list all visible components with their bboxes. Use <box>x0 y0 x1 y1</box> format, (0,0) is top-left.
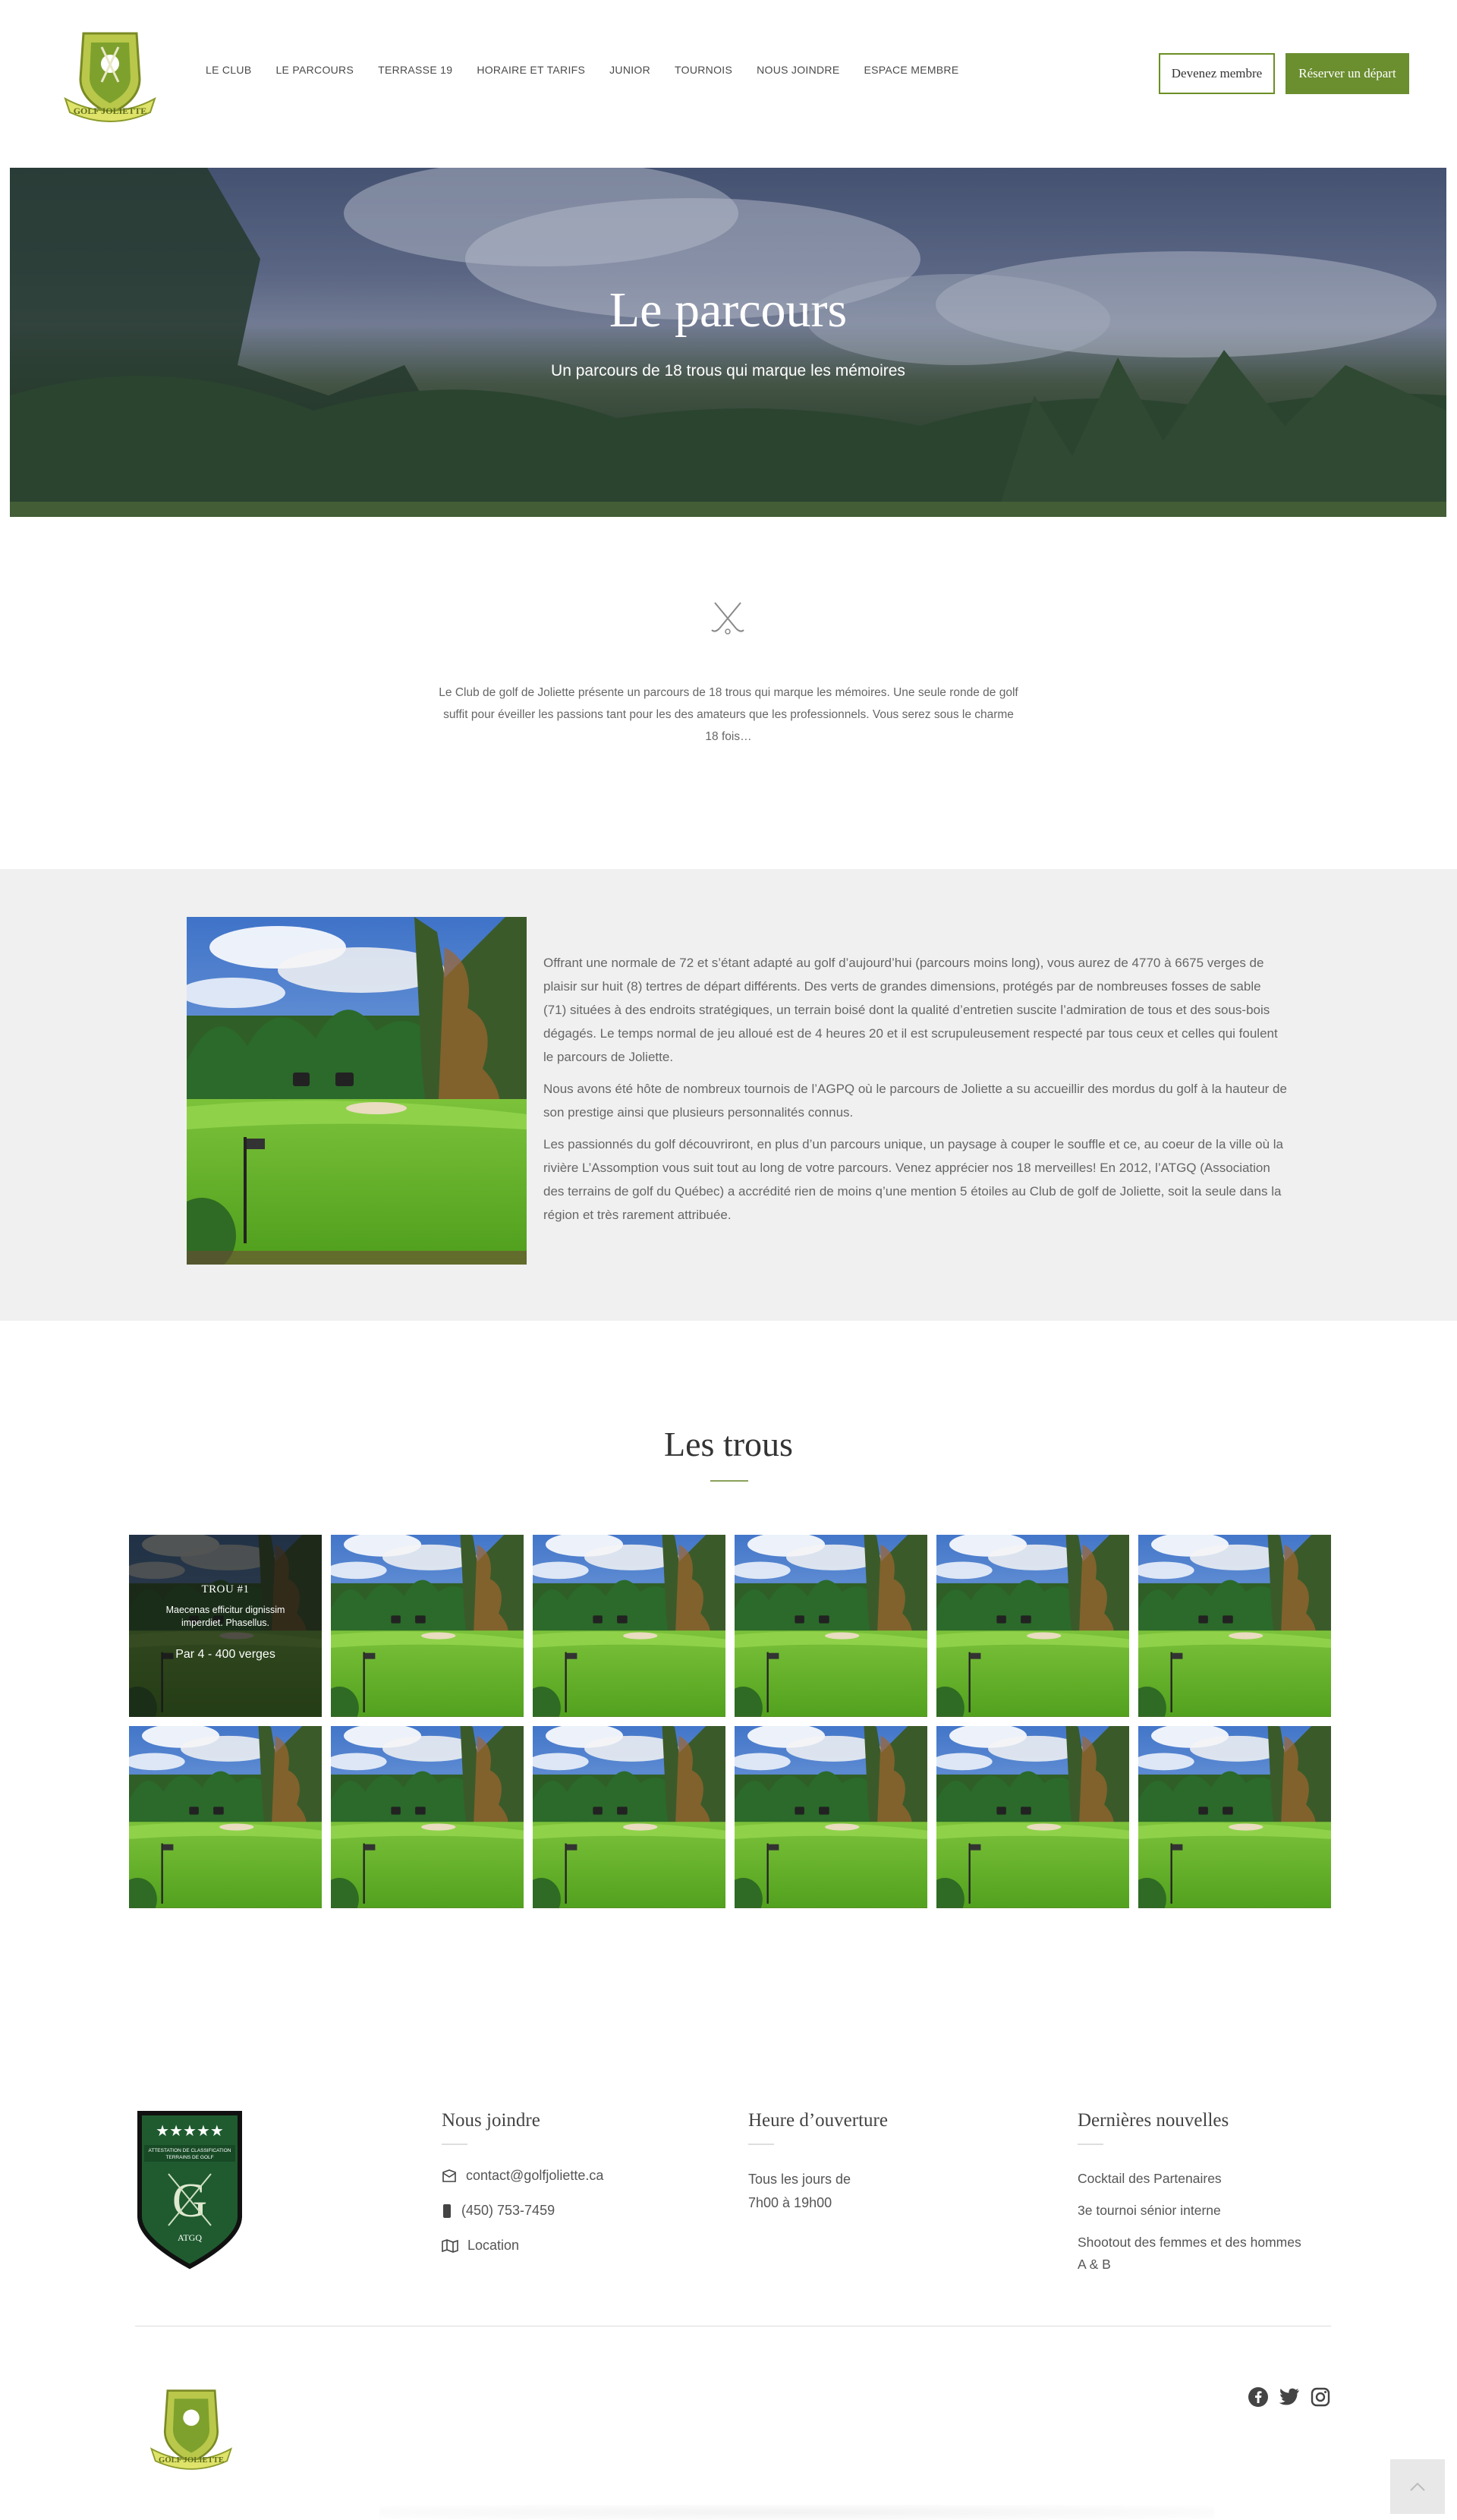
footer-contact-title: Nous joindre <box>442 2110 540 2131</box>
hole-card-4[interactable] <box>735 1535 927 1717</box>
become-member-button[interactable]: Devenez membre <box>1159 53 1275 94</box>
holes-grid: TROU #1 Maecenas efficitur dignissim imp… <box>129 1535 1331 1908</box>
page-subtitle: Un parcours de 18 trous qui marque les m… <box>551 362 905 380</box>
hole-card-8[interactable] <box>331 1726 524 1908</box>
instagram-icon[interactable] <box>1310 2386 1331 2408</box>
hole-card-2[interactable] <box>331 1535 524 1717</box>
hole-card-7[interactable] <box>129 1726 322 1908</box>
description-paragraph: Offrant une normale de 72 et s’étant ada… <box>543 956 1278 1064</box>
footer-email[interactable]: contact@golfjoliette.ca <box>442 2168 700 2184</box>
phone-icon <box>443 2203 451 2218</box>
footer-hours-title: Heure d’ouverture <box>748 2110 888 2131</box>
atgq-5-star-badge: ★★★★★ ATTESTATION DE CLASSIFICATION TERR… <box>137 2111 242 2270</box>
description-paragraph: Nous avons été hôte de nombreux tournois… <box>543 1082 1287 1120</box>
hours-line: Tous les jours de <box>748 2172 851 2187</box>
news-link[interactable]: Shootout des femmes et des hommes A & B <box>1078 2232 1305 2276</box>
main-navigation: LE CLUB LE PARCOURS TERRASSE 19 HORAIRE … <box>206 64 983 76</box>
facebook-icon[interactable] <box>1248 2386 1269 2408</box>
nav-espace-membre[interactable]: ESPACE MEMBRE <box>864 64 958 76</box>
hole-name: TROU #1 <box>201 1583 250 1595</box>
chevron-up-icon <box>1410 2482 1425 2491</box>
hero-banner: Le parcours Un parcours de 18 trous qui … <box>10 168 1446 517</box>
course-description-text: Offrant une normale de 72 et s’étant ada… <box>543 951 1287 1235</box>
hole-card-6[interactable] <box>1138 1535 1331 1717</box>
hole-card-3[interactable] <box>533 1535 725 1717</box>
hole-card-12[interactable] <box>1138 1726 1331 1908</box>
hole-card-10[interactable] <box>735 1726 927 1908</box>
nav-junior[interactable]: JUNIOR <box>609 64 650 76</box>
description-paragraph: Les passionnés du golf découvriront, en … <box>543 1137 1283 1222</box>
nav-terrasse-19[interactable]: TERRASSE 19 <box>378 64 452 76</box>
hole-par: Par 4 - 400 verges <box>175 1648 275 1661</box>
nav-le-parcours[interactable]: LE PARCOURS <box>275 64 354 76</box>
footer-news-title: Dernières nouvelles <box>1078 2110 1229 2131</box>
svg-text:ATGQ: ATGQ <box>178 2232 202 2243</box>
envelope-icon <box>442 2169 456 2182</box>
hours-line: 7h00 à 19h00 <box>748 2195 832 2210</box>
nav-horaire-tarifs[interactable]: HORAIRE ET TARIFS <box>477 64 585 76</box>
svg-text:TERRAINS DE GOLF: TERRAINS DE GOLF <box>165 2155 213 2160</box>
svg-text:GOLF JOLIETTE: GOLF JOLIETTE <box>74 106 147 116</box>
svg-text:GOLF JOLIETTE: GOLF JOLIETTE <box>159 2455 224 2465</box>
footer-hours: Heure d’ouverture Tous les jours de 7h00… <box>748 2110 946 2215</box>
back-to-top-button[interactable] <box>1390 2459 1445 2514</box>
intro-paragraph: Le Club de golf de Joliette présente un … <box>439 686 1018 743</box>
hole-card-1[interactable]: TROU #1 Maecenas efficitur dignissim imp… <box>129 1535 322 1717</box>
twitter-icon[interactable] <box>1278 2386 1301 2408</box>
hole-description: Maecenas efficitur dignissim imperdiet. … <box>165 1605 285 1628</box>
svg-text:★★★★★: ★★★★★ <box>156 2123 224 2140</box>
footer-location[interactable]: Location <box>442 2238 700 2254</box>
holes-section-title: Les trous <box>664 1425 793 1463</box>
golf-joliette-footer-logo[interactable]: GOLF JOLIETTE <box>142 2376 241 2474</box>
news-link[interactable]: 3e tournoi sénior interne <box>1078 2200 1305 2222</box>
hole-card-overlay: TROU #1 Maecenas efficitur dignissim imp… <box>129 1535 322 1717</box>
footer-news: Dernières nouvelles Cocktail des Partena… <box>1078 2110 1305 2285</box>
social-links <box>1248 2386 1331 2408</box>
nav-nous-joindre[interactable]: NOUS JOINDRE <box>757 64 839 76</box>
course-photo <box>187 917 527 1265</box>
site-header: GOLF JOLIETTE LE CLUB LE PARCOURS TERRAS… <box>0 0 1457 167</box>
map-icon <box>442 2238 458 2253</box>
svg-text:ATTESTATION DE CLASSIFICATION: ATTESTATION DE CLASSIFICATION <box>149 2148 231 2153</box>
footer-phone[interactable]: (450) 753-7459 <box>442 2203 700 2219</box>
footer-contact: Nous joindre contact@golfjoliette.ca (45… <box>442 2110 700 2273</box>
hole-card-9[interactable] <box>533 1726 725 1908</box>
nav-le-club[interactable]: LE CLUB <box>206 64 251 76</box>
nav-tournois[interactable]: TOURNOIS <box>675 64 732 76</box>
title-underline <box>710 1480 748 1482</box>
hole-card-11[interactable] <box>936 1726 1129 1908</box>
hole-card-5[interactable] <box>936 1535 1129 1717</box>
golf-joliette-logo[interactable]: GOLF JOLIETTE <box>55 17 165 128</box>
page-title: Le parcours <box>609 282 848 338</box>
crossed-golf-clubs-icon <box>711 602 744 635</box>
news-link[interactable]: Cocktail des Partenaires <box>1078 2168 1305 2190</box>
book-tee-time-button[interactable]: Réserver un départ <box>1285 53 1409 94</box>
